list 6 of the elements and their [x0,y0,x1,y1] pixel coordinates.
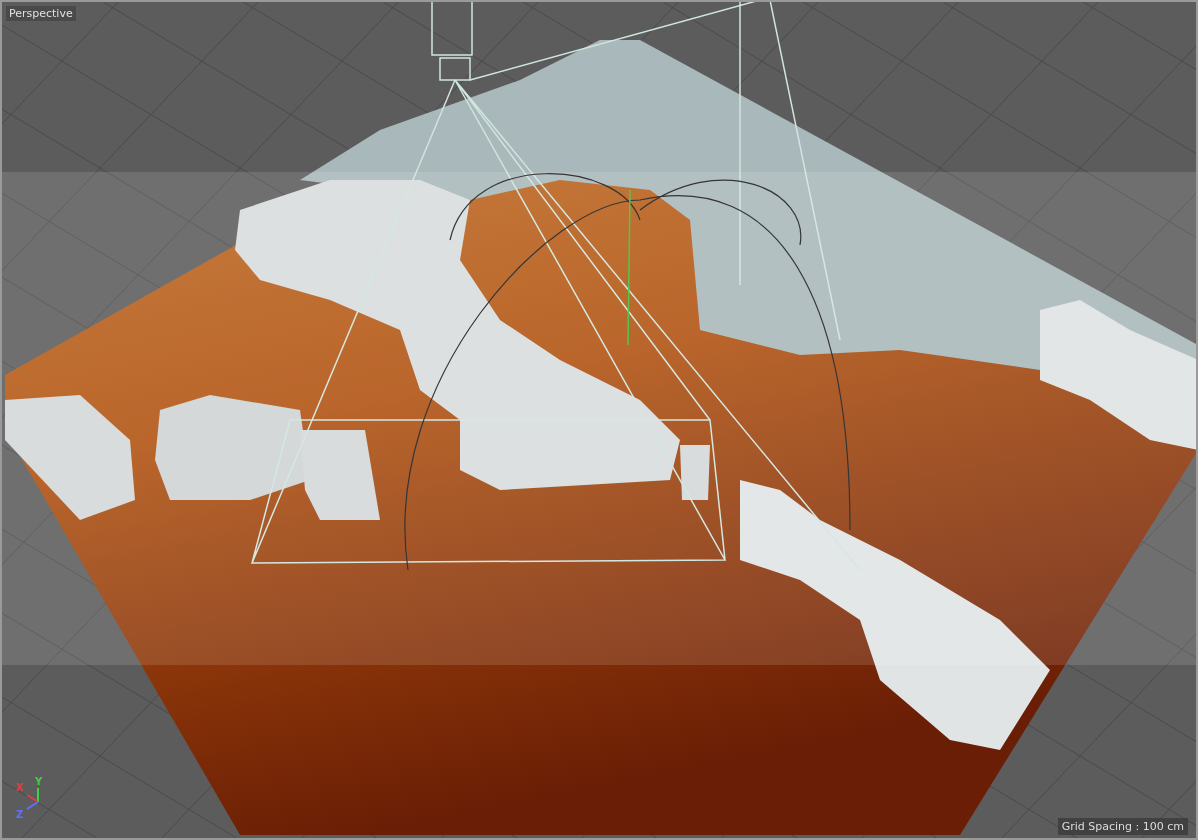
axis-gizmo-icon [26,787,39,810]
viewport-title[interactable]: Perspective [6,6,76,21]
axis-label: X [16,783,24,793]
grid-spacing-label: Grid Spacing : 100 cm [1057,818,1188,835]
axis-label: Z [16,810,24,820]
axis-label: Y [35,777,43,787]
